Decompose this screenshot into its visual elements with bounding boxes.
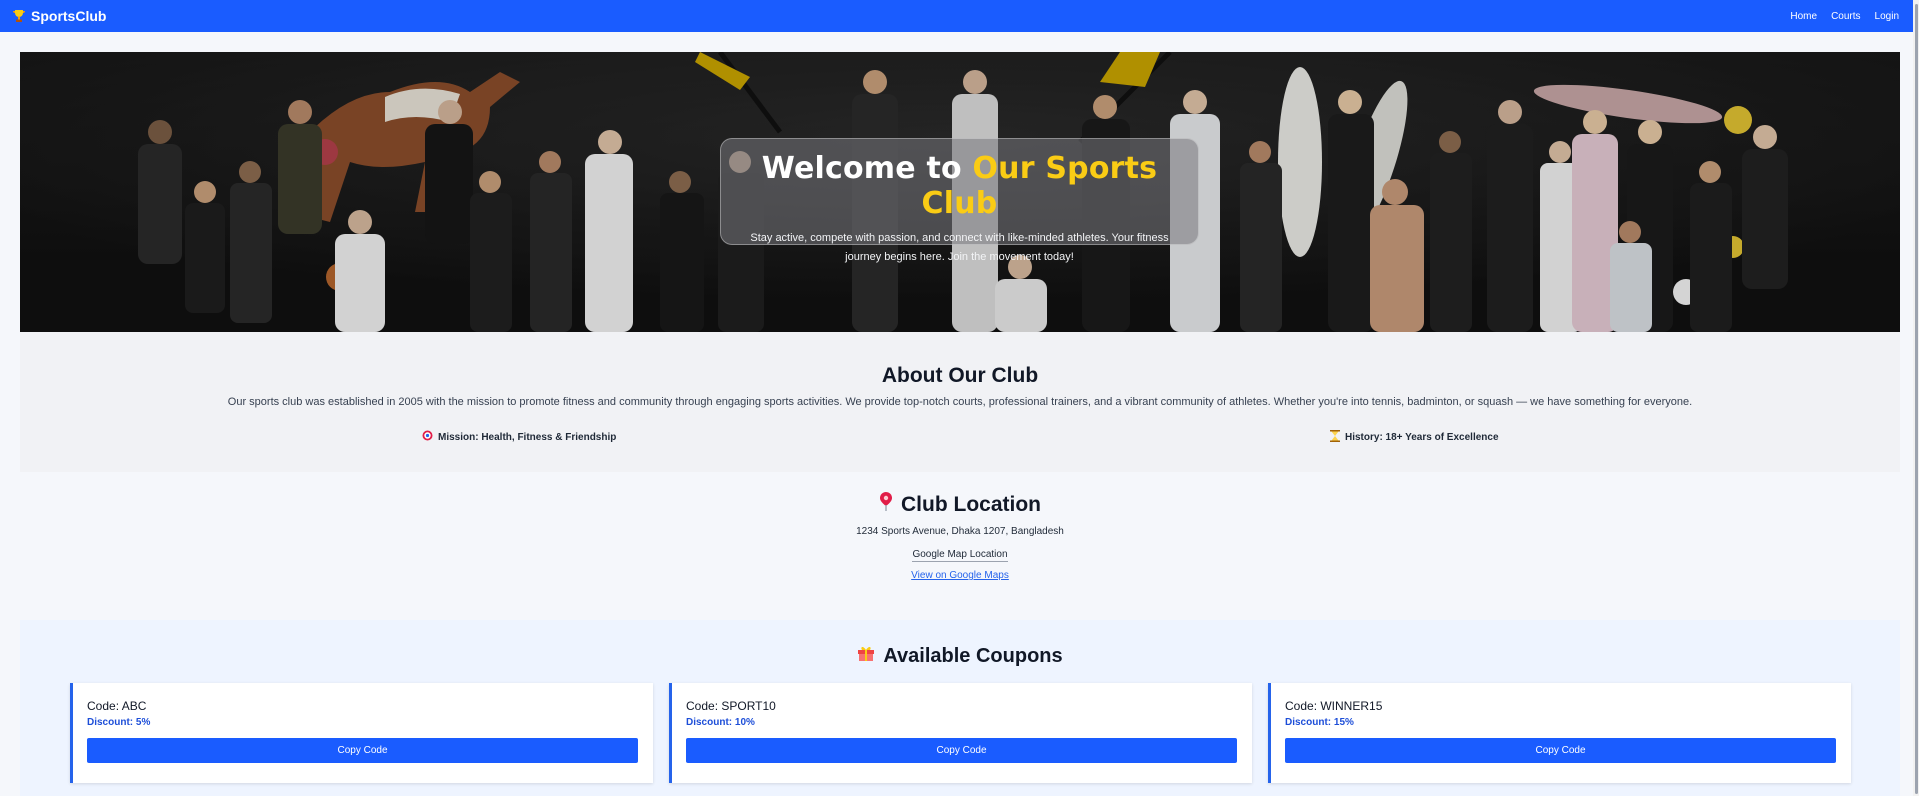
coupons-title-text: Available Coupons xyxy=(883,644,1063,667)
gift-icon xyxy=(857,644,875,668)
hourglass-icon xyxy=(1330,430,1340,445)
coupons-title: Available Coupons xyxy=(20,644,1900,668)
coupon-code: Code: WINNER15 xyxy=(1285,699,1383,713)
coupons-section: Available Coupons Code: ABC Discount: 5%… xyxy=(20,620,1900,796)
nav-links: Home Courts Login xyxy=(1790,11,1899,22)
about-section: About Our Club Our sports club was estab… xyxy=(20,332,1900,472)
coupon-code: Code: ABC xyxy=(87,699,147,713)
copy-code-button[interactable]: Copy Code xyxy=(686,738,1237,763)
about-text: Our sports club was established in 2005 … xyxy=(227,396,1693,408)
nav-courts-link[interactable]: Courts xyxy=(1831,11,1860,22)
hero-banner: Welcome to Our Sports Club Stay active, … xyxy=(20,52,1900,332)
navbar: SportsClub Home Courts Login xyxy=(0,0,1919,32)
about-title: About Our Club xyxy=(881,364,1039,387)
coupon-card: Code: WINNER15 Discount: 15% Copy Code xyxy=(1268,683,1851,783)
hero-title: Welcome to Our Sports Club xyxy=(721,151,1198,221)
coupon-discount: Discount: 15% xyxy=(1285,717,1354,728)
page-scrollbar[interactable] xyxy=(1913,0,1919,796)
coupon-card: Code: ABC Discount: 5% Copy Code xyxy=(70,683,653,783)
copy-code-button[interactable]: Copy Code xyxy=(1285,738,1836,763)
trophy-icon xyxy=(12,9,26,23)
scrollbar-thumb[interactable] xyxy=(1915,4,1918,794)
coupon-code: Code: SPORT10 xyxy=(686,699,776,713)
brand[interactable]: SportsClub xyxy=(12,8,106,24)
mission-point: Mission: Health, Fitness & Friendship xyxy=(422,430,616,444)
location-section: Club Location 1234 Sports Avenue, Dhaka … xyxy=(20,492,1900,581)
nav-login-link[interactable]: Login xyxy=(1875,11,1899,22)
hero-welcome-card: Welcome to Our Sports Club Stay active, … xyxy=(720,138,1199,263)
google-map-label: Google Map Location xyxy=(912,549,1008,562)
location-title-text: Club Location xyxy=(901,493,1041,516)
history-point: History: 18+ Years of Excellence xyxy=(1330,430,1499,445)
coupon-discount: Discount: 10% xyxy=(686,717,755,728)
history-text: History: 18+ Years of Excellence xyxy=(1345,432,1499,443)
copy-code-button[interactable]: Copy Code xyxy=(87,738,638,763)
view-on-google-maps-link[interactable]: View on Google Maps xyxy=(20,570,1900,581)
hero-title-prefix: Welcome to xyxy=(761,151,973,186)
location-address: 1234 Sports Avenue, Dhaka 1207, Banglade… xyxy=(856,526,1064,537)
nav-home-link[interactable]: Home xyxy=(1790,11,1817,22)
coupon-card: Code: SPORT10 Discount: 10% Copy Code xyxy=(669,683,1252,783)
brand-name: SportsClub xyxy=(31,8,107,24)
location-title: Club Location xyxy=(879,492,1041,518)
coupon-discount: Discount: 5% xyxy=(87,717,151,728)
target-icon xyxy=(422,430,433,444)
about-highlights: Mission: Health, Fitness & Friendship Hi… xyxy=(20,430,1900,446)
pin-icon xyxy=(879,492,893,518)
hero-subtitle: Stay active, compete with passion, and c… xyxy=(750,232,1169,263)
mission-text: Mission: Health, Fitness & Friendship xyxy=(438,431,617,443)
